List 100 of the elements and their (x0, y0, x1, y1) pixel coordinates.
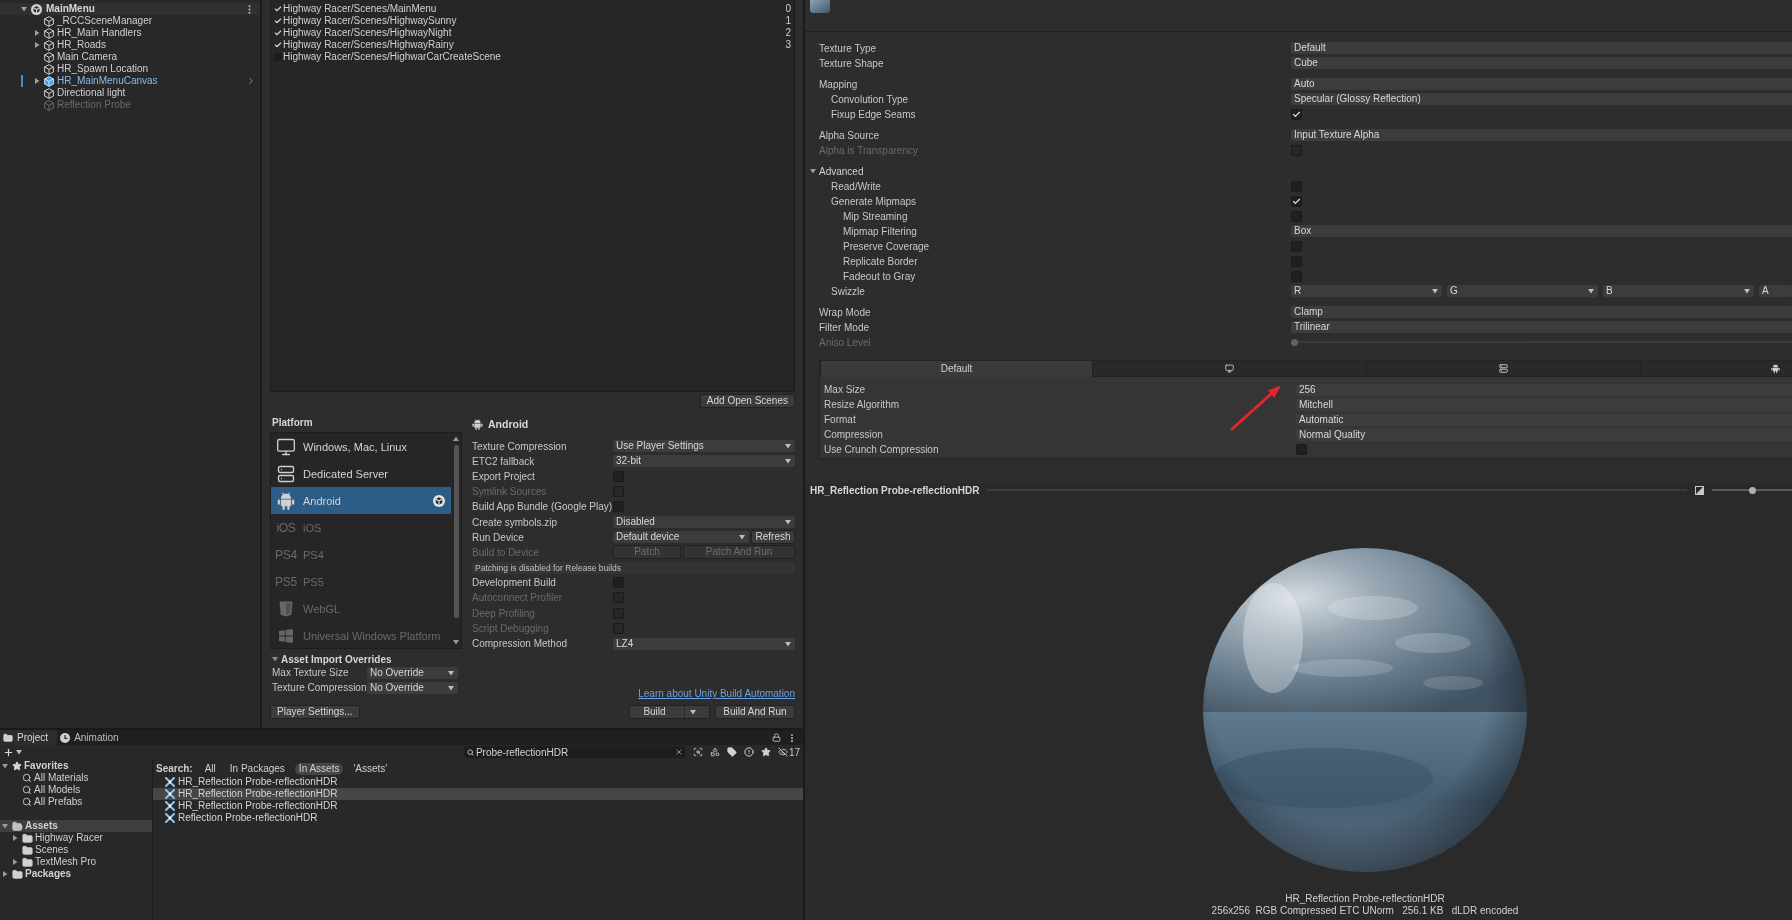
dropdown[interactable]: Automatic (1296, 413, 1792, 426)
scene-item[interactable]: Highway Racer/Scenes/HighwayNight 2 (274, 27, 791, 39)
hierarchy-item[interactable]: HR_Main Handlers (0, 27, 260, 39)
asset-item[interactable]: HR_Reflection Probe-reflectionHDR (153, 776, 803, 788)
dropdown[interactable]: R (1291, 285, 1442, 297)
tree-item[interactable]: All Prefabs (0, 796, 152, 808)
automation-link[interactable]: Learn about Unity Build Automation (638, 688, 795, 699)
caret-icon[interactable] (810, 168, 816, 174)
scan-search-icon[interactable] (692, 747, 703, 757)
dropdown[interactable]: LZ4 (613, 637, 795, 650)
hierarchy-item[interactable]: Directional light (0, 87, 260, 99)
chevron-right-icon[interactable] (246, 76, 256, 86)
hierarchy-item[interactable]: HR_MainMenuCanvas (0, 75, 260, 87)
shapes-icon[interactable] (709, 747, 720, 757)
hierarchy-item[interactable]: HR_Spawn Location (0, 63, 260, 75)
asset-item[interactable]: HR_Reflection Probe-reflectionHDR (153, 800, 803, 812)
tag-icon[interactable] (726, 747, 737, 757)
checkmark-icon[interactable] (274, 17, 282, 25)
dropdown[interactable]: Auto (1291, 78, 1792, 90)
scroll-down-icon[interactable] (453, 639, 459, 645)
caret-icon[interactable] (2, 871, 8, 877)
platform-item[interactable]: Dedicated Server (271, 460, 451, 487)
dropdown[interactable]: Default (1291, 42, 1792, 54)
dropdown[interactable]: Mitchell (1296, 398, 1792, 411)
checkbox[interactable] (1291, 195, 1302, 207)
platform-item[interactable]: Android (271, 487, 451, 514)
scroll-up-icon[interactable] (453, 436, 459, 442)
hierarchy-item[interactable]: Main Camera (0, 51, 260, 63)
hierarchy-item[interactable]: HR_Roads (0, 39, 260, 51)
checkmark-icon[interactable] (274, 5, 282, 13)
slider-track[interactable] (1291, 338, 1792, 346)
asset-item[interactable]: HR_Reflection Probe-reflectionHDR (153, 788, 803, 800)
hierarchy-item[interactable]: _RCCSceneManager (0, 15, 260, 27)
refresh-button[interactable]: Refresh (751, 530, 795, 545)
dropdown[interactable]: Box (1291, 225, 1792, 237)
scene-item[interactable]: Highway Racer/Scenes/HighwayRainy 3 (274, 39, 791, 51)
add-button[interactable] (3, 746, 22, 758)
dropdown[interactable]: Cube (1291, 57, 1792, 69)
tree-item[interactable]: All Models (0, 784, 152, 796)
dropdown[interactable]: B (1603, 285, 1754, 297)
tree-item[interactable]: Highway Racer (0, 832, 152, 844)
caret-icon[interactable] (12, 859, 18, 865)
search-scope-option[interactable]: In Assets (294, 762, 344, 775)
hidden-packages-button[interactable]: 17 (777, 746, 800, 758)
slider-thumb[interactable] (1748, 486, 1756, 494)
search-field[interactable]: Probe-reflectionHDR (463, 746, 686, 758)
dropdown[interactable]: Use Player Settings (613, 440, 795, 453)
dropdown[interactable]: Trilinear (1291, 321, 1792, 333)
tree-item[interactable]: All Materials (0, 772, 152, 784)
dropdown[interactable]: 256 (1296, 383, 1792, 396)
dropdown[interactable]: Disabled (613, 516, 795, 529)
scrollbar-thumb[interactable] (453, 445, 459, 618)
alert-icon[interactable] (743, 747, 754, 757)
caret-icon[interactable] (21, 6, 27, 12)
dropdown[interactable]: Input Texture Alpha (1291, 129, 1792, 141)
dropdown[interactable]: Specular (Glossy Reflection) (1291, 93, 1792, 105)
caret-icon[interactable] (12, 835, 18, 841)
tree-item[interactable]: Packages (0, 868, 152, 880)
search-scope-option[interactable]: 'Assets' (349, 762, 392, 775)
search-scope-option[interactable]: All (200, 762, 220, 775)
caret-icon[interactable] (34, 78, 40, 84)
dropdown[interactable]: Normal Quality (1296, 428, 1792, 441)
scene-header[interactable]: MainMenu (0, 3, 260, 15)
checkmark-icon[interactable] (274, 41, 282, 49)
slider-track[interactable] (1712, 486, 1792, 494)
tree-item[interactable]: Favorites (0, 760, 152, 772)
panel-tab[interactable]: Project (0, 730, 58, 745)
star-icon[interactable] (760, 747, 771, 757)
caret-icon[interactable] (34, 42, 40, 48)
add-open-scenes-button[interactable]: Add Open Scenes (699, 394, 795, 408)
caret-icon[interactable] (689, 709, 696, 715)
dropdown[interactable]: G (1447, 285, 1598, 297)
scene-item[interactable]: Highway Racer/Scenes/MainMenu 0 (274, 3, 791, 15)
platform-item[interactable]: Windows, Mac, Linux (271, 433, 451, 460)
checkbox[interactable] (1296, 444, 1307, 455)
section-title[interactable]: Advanced (819, 165, 864, 177)
dropdown[interactable]: Default device (613, 531, 749, 544)
lock-icon[interactable] (772, 733, 781, 742)
dropdown[interactable]: 32-bit (613, 455, 795, 468)
tree-item[interactable]: Scenes (0, 844, 152, 856)
build-button[interactable]: Build (629, 705, 710, 719)
platform-tab[interactable]: Default (820, 361, 1092, 377)
player-settings-button[interactable]: Player Settings... (270, 705, 360, 719)
scene-item[interactable]: Highway Racer/Scenes/HighwaySunny 1 (274, 15, 791, 27)
caret-icon[interactable] (2, 823, 8, 829)
checkbox[interactable] (1291, 108, 1302, 120)
clear-icon[interactable] (674, 748, 683, 756)
asset-item[interactable]: Reflection Probe-reflectionHDR (153, 812, 803, 824)
scene-item[interactable]: Highway Racer/Scenes/HighwarCarCreateScene (274, 51, 791, 63)
panel-tab[interactable]: Animation (57, 730, 128, 745)
caret-icon[interactable] (2, 763, 8, 769)
dropdown[interactable]: Clamp (1291, 306, 1792, 318)
caret-icon[interactable] (34, 30, 40, 36)
tree-item[interactable]: TextMesh Pro (0, 856, 152, 868)
tree-item[interactable]: Assets (0, 820, 152, 832)
build-and-run-button[interactable]: Build And Run (715, 705, 795, 719)
checkmark-icon[interactable] (274, 29, 282, 37)
search-scope-option[interactable]: In Packages (225, 762, 289, 775)
half-square-icon[interactable] (1695, 485, 1704, 495)
dropdown[interactable]: No Override (367, 666, 458, 679)
